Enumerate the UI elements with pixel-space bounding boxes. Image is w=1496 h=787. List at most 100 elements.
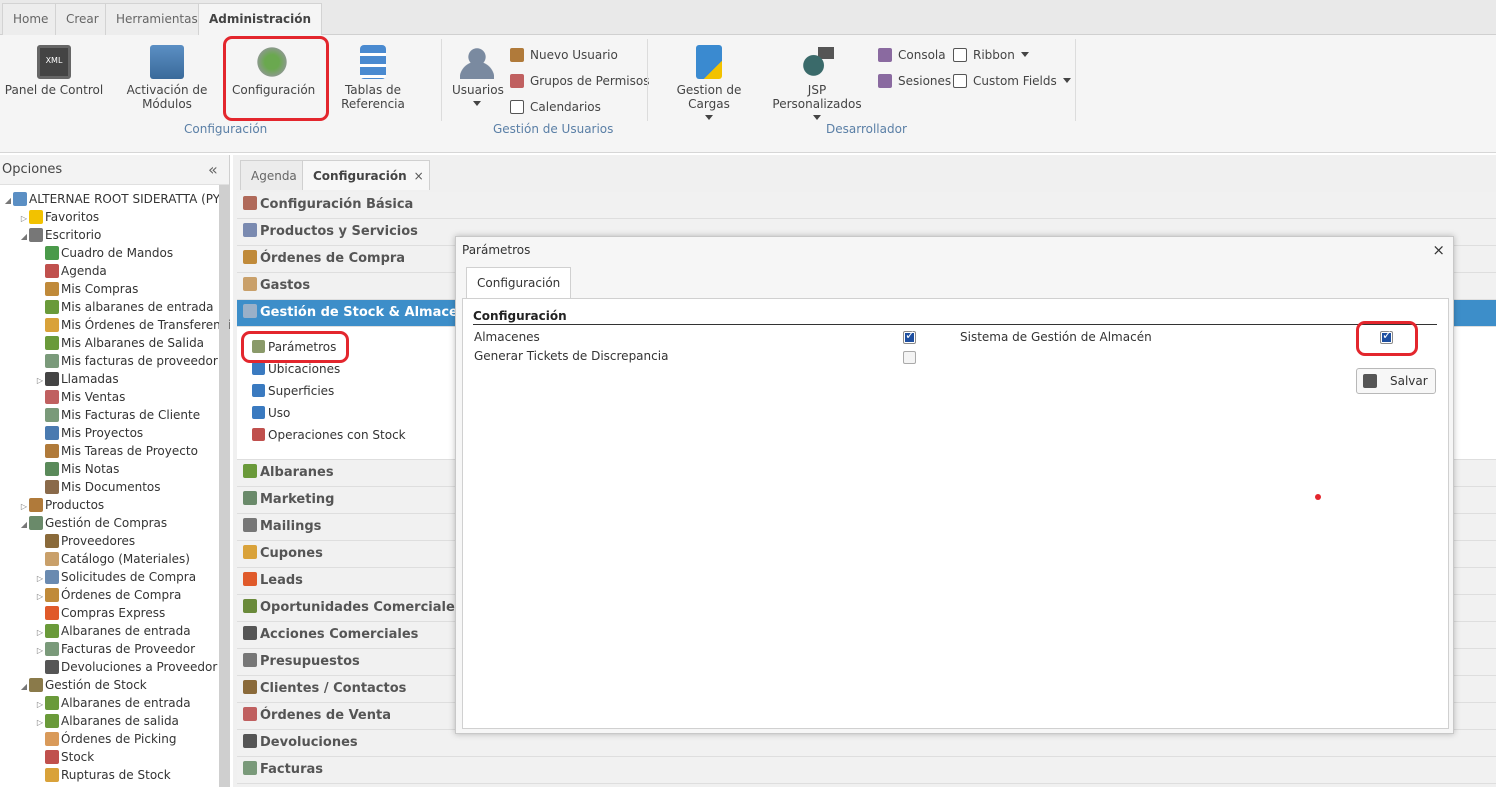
tree-node-icon: [45, 696, 59, 710]
calendarios-button[interactable]: Calendarios: [510, 98, 601, 116]
tree-node[interactable]: Mis albaranes de entrada: [35, 298, 214, 316]
nuevo-usuario-button[interactable]: Nuevo Usuario: [510, 46, 618, 64]
salvar-button[interactable]: Salvar: [1356, 368, 1436, 394]
tree-node[interactable]: Mis Compras: [35, 280, 138, 298]
ribbon-button[interactable]: Ribbon: [953, 46, 1029, 64]
tree-node-label: Solicitudes de Compra: [61, 570, 197, 584]
tree-node-icon: [45, 642, 59, 656]
accordion-item[interactable]: Facturas: [237, 757, 1496, 784]
tree-node[interactable]: ◢ Escritorio: [19, 226, 101, 244]
tree-node[interactable]: Mis Proyectos: [35, 424, 143, 442]
xml-monitor-icon: XML: [37, 45, 71, 79]
expanded-toggle-icon[interactable]: ◢: [3, 192, 13, 210]
tree-node[interactable]: Stock: [35, 748, 94, 766]
expanded-toggle-icon[interactable]: ◢: [19, 228, 29, 246]
tree-node-icon: [45, 282, 59, 296]
collapse-double-chevron-icon[interactable]: «: [208, 155, 218, 185]
tab-crear[interactable]: Crear: [55, 3, 110, 35]
panel-de-control-button[interactable]: XML Panel de Control: [4, 45, 104, 97]
tab-home[interactable]: Home: [2, 3, 60, 35]
expanded-toggle-icon[interactable]: ◢: [19, 516, 29, 534]
sub-item[interactable]: Operaciones con Stock: [252, 426, 406, 444]
tab-configuracion[interactable]: Configuración ×: [302, 160, 430, 190]
tickets-discrepancia-checkbox[interactable]: [903, 351, 916, 364]
tree-node[interactable]: Rupturas de Stock: [35, 766, 171, 784]
jsp-personalizados-button[interactable]: JSP Personalizados: [764, 45, 870, 125]
tree-node-label: Mis facturas de proveedor: [61, 354, 218, 368]
tree-node[interactable]: Compras Express: [35, 604, 165, 622]
tree-node[interactable]: Devoluciones a Proveedor: [35, 658, 217, 676]
accordion-item-label: Gestión de Stock & Almacenes: [260, 305, 484, 320]
expanded-toggle-icon[interactable]: ◢: [19, 678, 29, 696]
tree-node-icon: [29, 210, 43, 224]
tree-node[interactable]: Mis Albaranes de Salida: [35, 334, 204, 352]
tree-node[interactable]: Mis Tareas de Proyecto: [35, 442, 198, 460]
tree-node-icon: [45, 570, 59, 584]
custom-fields-button[interactable]: Custom Fields: [953, 72, 1071, 90]
tree-node-icon: [29, 228, 43, 242]
panel-de-control-label: Panel de Control: [4, 83, 104, 97]
tree-node[interactable]: ▷ Favoritos: [19, 208, 99, 226]
tree-node[interactable]: ▷ Albaranes de entrada: [35, 622, 191, 640]
accordion-item-label: Presupuestos: [260, 654, 360, 669]
tab-close-icon[interactable]: ×: [414, 161, 424, 191]
tree-node[interactable]: ▷ Órdenes de Compra: [35, 586, 181, 604]
tree-node[interactable]: Mis facturas de proveedor: [35, 352, 218, 370]
tree-node[interactable]: Mis Notas: [35, 460, 119, 478]
tree-node[interactable]: ◢ Gestión de Compras: [19, 514, 167, 532]
tree-node-label: Productos: [45, 498, 105, 512]
tab-agenda[interactable]: Agenda: [240, 160, 308, 190]
tree-node[interactable]: Agenda: [35, 262, 107, 280]
options-panel-header: Opciones «: [0, 155, 229, 185]
tree-node[interactable]: ▷ Llamadas: [35, 370, 119, 388]
tree-node-label: Llamadas: [61, 372, 119, 386]
tree-node-icon: [45, 714, 59, 728]
tree-node[interactable]: ▷ Solicitudes de Compra: [35, 568, 196, 586]
tablas-referencia-button[interactable]: Tablas de Referencia: [316, 45, 430, 111]
nuevo-usuario-label: Nuevo Usuario: [530, 48, 618, 62]
grupos-permisos-button[interactable]: Grupos de Permisos: [510, 72, 649, 90]
tree-node[interactable]: Mis Documentos: [35, 478, 161, 496]
tab-herramientas[interactable]: Herramientas: [105, 3, 209, 35]
module-icon: [243, 277, 257, 291]
tree-node-label: Mis Facturas de Cliente: [61, 408, 201, 422]
sesiones-button[interactable]: Sesiones: [878, 72, 951, 90]
tree-node[interactable]: Cuadro de Mandos: [35, 244, 173, 262]
tree-node-label: Gestión de Stock: [45, 678, 147, 692]
tree-node[interactable]: ▷ Productos: [19, 496, 104, 514]
activacion-modulos-button[interactable]: Activación de Módulos: [106, 45, 228, 111]
tree-node-label: Órdenes de Picking: [61, 732, 177, 746]
accordion-item[interactable]: Configuración Básica: [237, 192, 1496, 219]
custom-fields-label: Custom Fields: [973, 74, 1057, 88]
sub-item[interactable]: Superficies: [252, 382, 334, 400]
sub-item[interactable]: Uso: [252, 404, 290, 422]
gestion-cargas-label: Gestion de Cargas: [676, 83, 742, 111]
tree-node[interactable]: Catálogo (Materiales): [35, 550, 190, 568]
module-icon: [243, 653, 257, 667]
tree-node[interactable]: Órdenes de Picking: [35, 730, 176, 748]
tree-node[interactable]: Mis Facturas de Cliente: [35, 406, 200, 424]
module-icon: [243, 761, 257, 775]
consola-button[interactable]: Consola: [878, 46, 946, 64]
usuarios-button[interactable]: Usuarios: [452, 45, 504, 111]
tree-node[interactable]: ◢ Gestión de Stock: [19, 676, 147, 694]
tree-node[interactable]: Mis Ventas: [35, 388, 125, 406]
tree-node[interactable]: ◢ ALTERNAE ROOT SIDERATTA (PYE: [3, 190, 228, 208]
tree-node[interactable]: Proveedores: [35, 532, 135, 550]
tree-node[interactable]: Mis Órdenes de Transferenci: [35, 316, 231, 334]
accordion-item[interactable]: Devoluciones: [237, 730, 1496, 757]
close-icon[interactable]: ×: [1432, 241, 1445, 259]
dialog-tab-configuracion[interactable]: Configuración: [466, 267, 572, 299]
tree-node[interactable]: ▷ Facturas de Proveedor: [35, 640, 195, 658]
options-panel-scrollbar[interactable]: [219, 185, 229, 787]
warehouse-icon: [243, 304, 257, 318]
tree-node-label: Favoritos: [45, 210, 100, 224]
almacenes-checkbox[interactable]: [903, 328, 916, 344]
gestion-cargas-button[interactable]: Gestion de Cargas: [658, 45, 760, 125]
tab-administracion[interactable]: Administración: [198, 3, 323, 35]
options-panel: Opciones « ◢ ALTERNAE ROOT SIDERATTA (PYE…: [0, 155, 231, 787]
sub-item-icon: [252, 406, 265, 419]
tree-node[interactable]: ▷ Albaranes de entrada: [35, 694, 191, 712]
tree-node-icon: [13, 192, 27, 206]
tree-node[interactable]: ▷ Albaranes de salida: [35, 712, 179, 730]
